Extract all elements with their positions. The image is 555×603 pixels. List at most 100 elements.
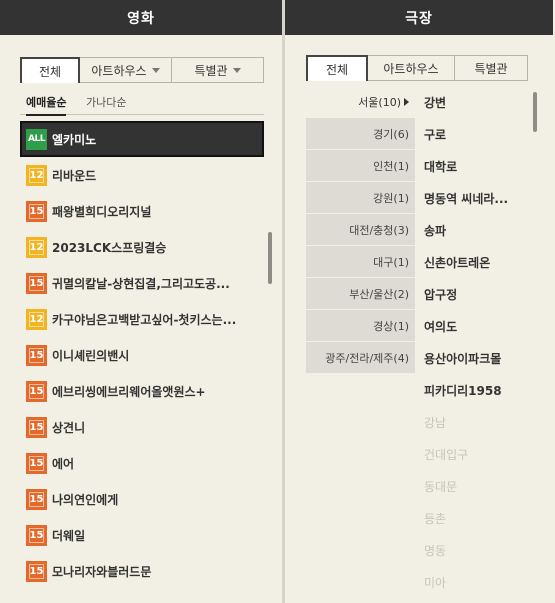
movie-item[interactable]: 12 카구야님은고백받고싶어-첫키스는... (20, 301, 264, 337)
theater-item[interactable]: 강변 (424, 86, 529, 118)
movie-tab-special[interactable]: 특별관 (171, 57, 264, 83)
movie-item[interactable]: 15 나의연인에게 (20, 481, 264, 517)
movie-title: 더웨일 (52, 528, 86, 543)
region-label: 대구(1) (373, 255, 409, 269)
movie-title: 귀멸의칼날-상현집결,그리고도공... (52, 276, 230, 291)
movie-header-title: 영화 (127, 10, 155, 27)
region-item-seoul[interactable]: 서울(10) (306, 86, 415, 118)
region-item[interactable]: 경기(6) (306, 118, 415, 150)
rating-15-icon: 15 (26, 524, 47, 546)
theater-item[interactable]: 구로 (424, 118, 529, 150)
theater-item[interactable]: 압구정 (424, 278, 529, 310)
rating-15-icon: 15 (26, 560, 47, 582)
movie-item[interactable]: 12 2023LCK스프링결승 (20, 229, 264, 265)
movie-panel: 영화 전체 아트하우스 특별관 예매율순 가나다순 ALL 엘카미노 12 리바… (0, 0, 282, 603)
movie-title: 모나리자와블러드문 (52, 564, 152, 579)
movie-title: 카구야님은고백받고싶어-첫키스는... (52, 312, 237, 327)
rating-12-icon: 12 (26, 308, 47, 330)
movie-title: 에어 (52, 456, 75, 471)
movie-title: 상견니 (52, 420, 86, 435)
region-label: 인천(1) (373, 159, 409, 173)
rating-15-icon: 15 (26, 452, 47, 474)
theater-tab-all-label: 전체 (325, 62, 349, 77)
movie-tab-special-label: 특별관 (194, 63, 228, 78)
theater-item[interactable]: 여의도 (424, 310, 529, 342)
theater-item[interactable]: 송파 (424, 214, 529, 246)
movie-list: ALL 엘카미노 12 리바운드 15 패왕별희디오리지널 12 2023LCK… (20, 121, 264, 589)
movie-title: 이니셰린의밴시 (52, 348, 130, 363)
region-label: 광주/전라/제주(4) (325, 351, 409, 365)
movie-title: 패왕별희디오리지널 (52, 204, 152, 219)
movie-tab-arthouse[interactable]: 아트하우스 (79, 57, 172, 83)
theater-tab-all[interactable]: 전체 (306, 55, 368, 81)
theater-item-disabled: 건대입구 (424, 447, 469, 462)
movie-tab-arthouse-label: 아트하우스 (91, 63, 147, 78)
chevron-right-icon (404, 97, 409, 106)
movie-header: 영화 (0, 0, 282, 35)
movie-sort-bar: 예매율순 가나다순 (20, 92, 264, 116)
theater-header: 극장 (285, 0, 553, 35)
region-label: 경상(1) (373, 319, 409, 333)
region-item[interactable]: 대전/충청(3) (306, 214, 415, 246)
movie-item[interactable]: 15 모나리자와블러드문 (20, 553, 264, 589)
theater-item[interactable]: 피카디리1958 (424, 374, 529, 406)
theater-tab-arthouse-label: 아트하우스 (383, 61, 439, 76)
region-item[interactable]: 광주/전라/제주(4) (306, 342, 415, 374)
rating-12-icon: 12 (26, 164, 47, 186)
rating-all-icon: ALL (26, 128, 47, 150)
movie-filter-tabs: 전체 아트하우스 특별관 (20, 57, 264, 83)
theater-item-disabled: 명동 (424, 543, 447, 558)
movie-title: 에브리씽에브리웨어올앳원스+ (52, 384, 206, 399)
movie-item[interactable]: 15 이니셰린의밴시 (20, 337, 264, 373)
theater-item-disabled: 등촌 (424, 511, 447, 526)
sort-by-booking-rate[interactable]: 예매율순 (26, 94, 67, 116)
movie-list-scrollbar[interactable] (268, 232, 272, 284)
theater-item-disabled: 강남 (424, 415, 447, 430)
theater-item[interactable]: 용산아이파크몰 (424, 342, 529, 374)
movie-tab-all[interactable]: 전체 (20, 57, 80, 83)
movie-item[interactable]: 15 더웨일 (20, 517, 264, 553)
movie-item[interactable]: 15 에브리씽에브리웨어올앳원스+ (20, 373, 264, 409)
rating-15-icon: 15 (26, 272, 47, 294)
region-item[interactable]: 부산/울산(2) (306, 278, 415, 310)
movie-tab-all-label: 전체 (38, 64, 62, 79)
theater-item-disabled: 미아 (424, 575, 447, 590)
region-item[interactable]: 인천(1) (306, 150, 415, 182)
rating-15-icon: 15 (26, 200, 47, 222)
theater-tab-special[interactable]: 특별관 (454, 55, 528, 81)
region-label: 서울(10) (358, 95, 401, 109)
region-item[interactable]: 대구(1) (306, 246, 415, 278)
movie-item[interactable]: 12 리바운드 (20, 157, 264, 193)
region-label: 부산/울산(2) (349, 287, 409, 301)
rating-15-icon: 15 (26, 380, 47, 402)
region-list: 서울(10) 경기(6) 인천(1) 강원(1) 대전/충청(3) 대구(1) … (306, 86, 415, 374)
movie-item[interactable]: 15 상견니 (20, 409, 264, 445)
theater-list: 강변 구로 대학로 명동역 씨네라... 송파 신촌아트레온 압구정 여의도 용… (424, 86, 529, 598)
rating-12-icon: 12 (26, 236, 47, 258)
theater-tab-arthouse[interactable]: 아트하우스 (367, 55, 455, 81)
region-label: 강원(1) (373, 191, 409, 205)
theater-filter-tabs: 전체 아트하우스 특별관 (306, 55, 528, 81)
region-item[interactable]: 경상(1) (306, 310, 415, 342)
theater-item[interactable]: 명동역 씨네라... (424, 182, 529, 214)
region-item[interactable]: 강원(1) (306, 182, 415, 214)
movie-title: 나의연인에게 (52, 492, 119, 507)
movie-item[interactable]: 15 에어 (20, 445, 264, 481)
theater-item[interactable]: 대학로 (424, 150, 529, 182)
movie-title: 리바운드 (52, 168, 97, 183)
movie-item[interactable]: ALL 엘카미노 (20, 121, 264, 157)
theater-list-scrollbar[interactable] (533, 92, 537, 132)
theater-item-disabled: 동대문 (424, 479, 458, 494)
rating-15-icon: 15 (26, 344, 47, 366)
region-label: 경기(6) (373, 127, 409, 141)
chevron-down-icon (232, 67, 241, 73)
movie-item[interactable]: 15 패왕별희디오리지널 (20, 193, 264, 229)
theater-item[interactable]: 신촌아트레온 (424, 246, 529, 278)
movie-item[interactable]: 15 귀멸의칼날-상현집결,그리고도공... (20, 265, 264, 301)
sort-by-alphabetical[interactable]: 가나다순 (86, 94, 126, 110)
region-label: 대전/충청(3) (349, 223, 409, 237)
theater-header-title: 극장 (405, 10, 433, 27)
movie-title: 엘카미노 (52, 132, 97, 147)
rating-15-icon: 15 (26, 416, 47, 438)
chevron-down-icon (151, 67, 160, 73)
